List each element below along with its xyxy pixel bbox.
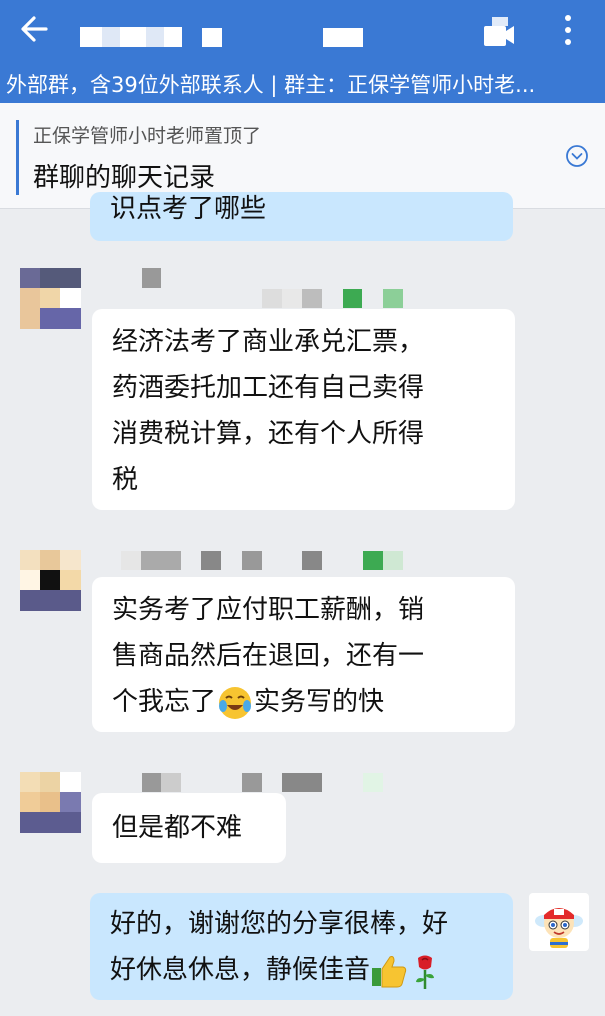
back-button[interactable] [14, 12, 54, 46]
arrow-left-icon [21, 16, 48, 42]
pinned-by-text: 正保学管师小时老师置顶了 [33, 125, 262, 147]
rose-emoji [416, 955, 435, 989]
message-line: 实务考了应付职工薪酬，销 [112, 595, 425, 625]
message-line: 经济法考了商业承兑汇票， [112, 327, 425, 357]
message-bubble-incoming[interactable]: 经济法考了商业承兑汇票， 药酒委托加工还有自己卖得 消费税计算，还有个人所得 税 [92, 309, 515, 510]
chat-header: 外部群，含39位外部联系人 | 群主：正保学管师小时老... [0, 0, 605, 103]
chevron-down-circle-icon[interactable] [565, 144, 589, 168]
message-text: 实务写的快 [254, 687, 385, 717]
message-line: 好休息休息，静候佳音 [110, 947, 493, 993]
message-line: 药酒委托加工还有自己卖得 [112, 373, 425, 403]
crying-laughing-emoji [219, 686, 252, 719]
message-bubble-outgoing[interactable]: 识点考了哪些 [90, 192, 513, 241]
more-vertical-icon [565, 15, 571, 21]
thumbs-up-emoji [372, 955, 407, 987]
message-bubble-incoming[interactable]: 但是都不难 [92, 793, 286, 863]
message-line: 售商品然后在退回，还有一 [112, 641, 425, 671]
message-text: 个我忘了 [112, 687, 217, 717]
message-line: 个我忘了 实务写的快 [112, 679, 495, 725]
video-call-button[interactable] [478, 14, 518, 50]
message-line: 税 [112, 465, 139, 495]
message-bubble-incoming[interactable]: 实务考了应付职工薪酬，销 售商品然后在退回，还有一 个我忘了 实务写的快 [92, 577, 515, 732]
message-line: 好的，谢谢您的分享很棒，好 [110, 909, 449, 939]
my-avatar[interactable] [529, 893, 589, 951]
message-line: 但是都不难 [112, 813, 243, 843]
message-text: 好休息休息，静候佳音 [110, 955, 371, 985]
chat-subtitle: 外部群，含39位外部联系人 | 群主：正保学管师小时老... [6, 73, 536, 97]
avatar[interactable] [20, 772, 81, 833]
message-line: 消费税计算，还有个人所得 [112, 419, 425, 449]
avatar[interactable] [20, 268, 81, 329]
pinned-title: 群聊的聊天记录 [33, 163, 216, 193]
cartoon-bee-avatar-icon [535, 908, 583, 948]
avatar[interactable] [20, 550, 81, 611]
more-options-button[interactable] [554, 10, 582, 50]
pinned-indicator [16, 120, 19, 195]
message-bubble-outgoing[interactable]: 好的，谢谢您的分享很棒，好 好休息休息，静候佳音 [90, 893, 513, 1000]
message-line: 识点考了哪些 [110, 194, 267, 224]
video-call-icon [484, 17, 514, 46]
